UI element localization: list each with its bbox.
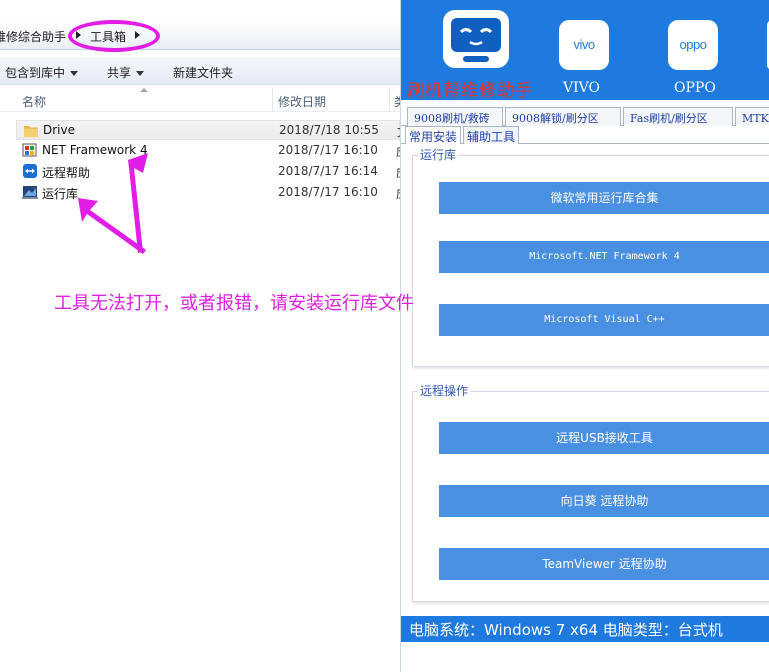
tab-aux-tools[interactable]: 辅助工具: [463, 126, 520, 144]
oppo-label: OPPO: [674, 80, 716, 96]
tab-fas-flash[interactable]: Fas刷机/刷分区: [623, 107, 733, 126]
mode-tabs: 9008刷机/救砖 9008解锁/刷分区 Fas刷机/刷分区 MTK刷: [401, 104, 769, 126]
ms-runtime-bundle-button[interactable]: 微软常用运行库合集: [439, 182, 769, 214]
status-bar: 电脑系统：Windows 7 x64 电脑类型：台式机: [401, 616, 769, 642]
app-title: 刷机帮维修助手: [407, 81, 533, 101]
vivo-brand-button[interactable]: vivo: [559, 20, 609, 70]
flash-tool-window: 刷机帮维修助手 vivo VIVO oppo OPPO 9008刷机/救砖 90…: [400, 0, 769, 672]
remote-usb-button[interactable]: 远程USB接收工具: [439, 422, 769, 454]
arrow-up-icon: [128, 153, 148, 253]
oppo-brand-button[interactable]: oppo: [668, 20, 718, 70]
visual-cpp-button[interactable]: Microsoft Visual C++: [439, 304, 769, 336]
window-bottom: [401, 642, 769, 672]
explorer-window: 维修综合助手 工具箱 包含到库中 共享 新建文件夹 名称 修改日期 类 Driv…: [0, 0, 414, 672]
vivo-logo: vivo: [573, 37, 595, 52]
robot-logo-icon: [443, 10, 509, 68]
tab-common-install[interactable]: 常用安装: [405, 126, 462, 144]
sub-tabs: 常用安装 辅助工具: [401, 126, 769, 144]
net-framework-button[interactable]: Microsoft.NET Framework 4: [439, 241, 769, 273]
remote-group-title: 远程操作: [418, 382, 471, 399]
tab-mtk-flash[interactable]: MTK刷: [735, 107, 769, 126]
runtime-group-title: 运行库: [418, 146, 459, 163]
sunflower-remote-button[interactable]: 向日葵 远程协助: [439, 485, 769, 517]
vivo-label: VIVO: [563, 80, 600, 96]
oppo-logo: oppo: [679, 37, 707, 52]
tab-9008-unlock[interactable]: 9008解锁/刷分区: [505, 107, 621, 126]
teamviewer-remote-button[interactable]: TeamViewer 远程协助: [439, 548, 769, 580]
annotation-text: 工具无法打开，或者报错，请安装运行库文件: [54, 293, 414, 314]
annotation-arrows: [78, 153, 148, 254]
tab-9008-flash[interactable]: 9008刷机/救砖: [407, 107, 503, 126]
app-header: 刷机帮维修助手 vivo VIVO oppo OPPO: [401, 0, 769, 101]
